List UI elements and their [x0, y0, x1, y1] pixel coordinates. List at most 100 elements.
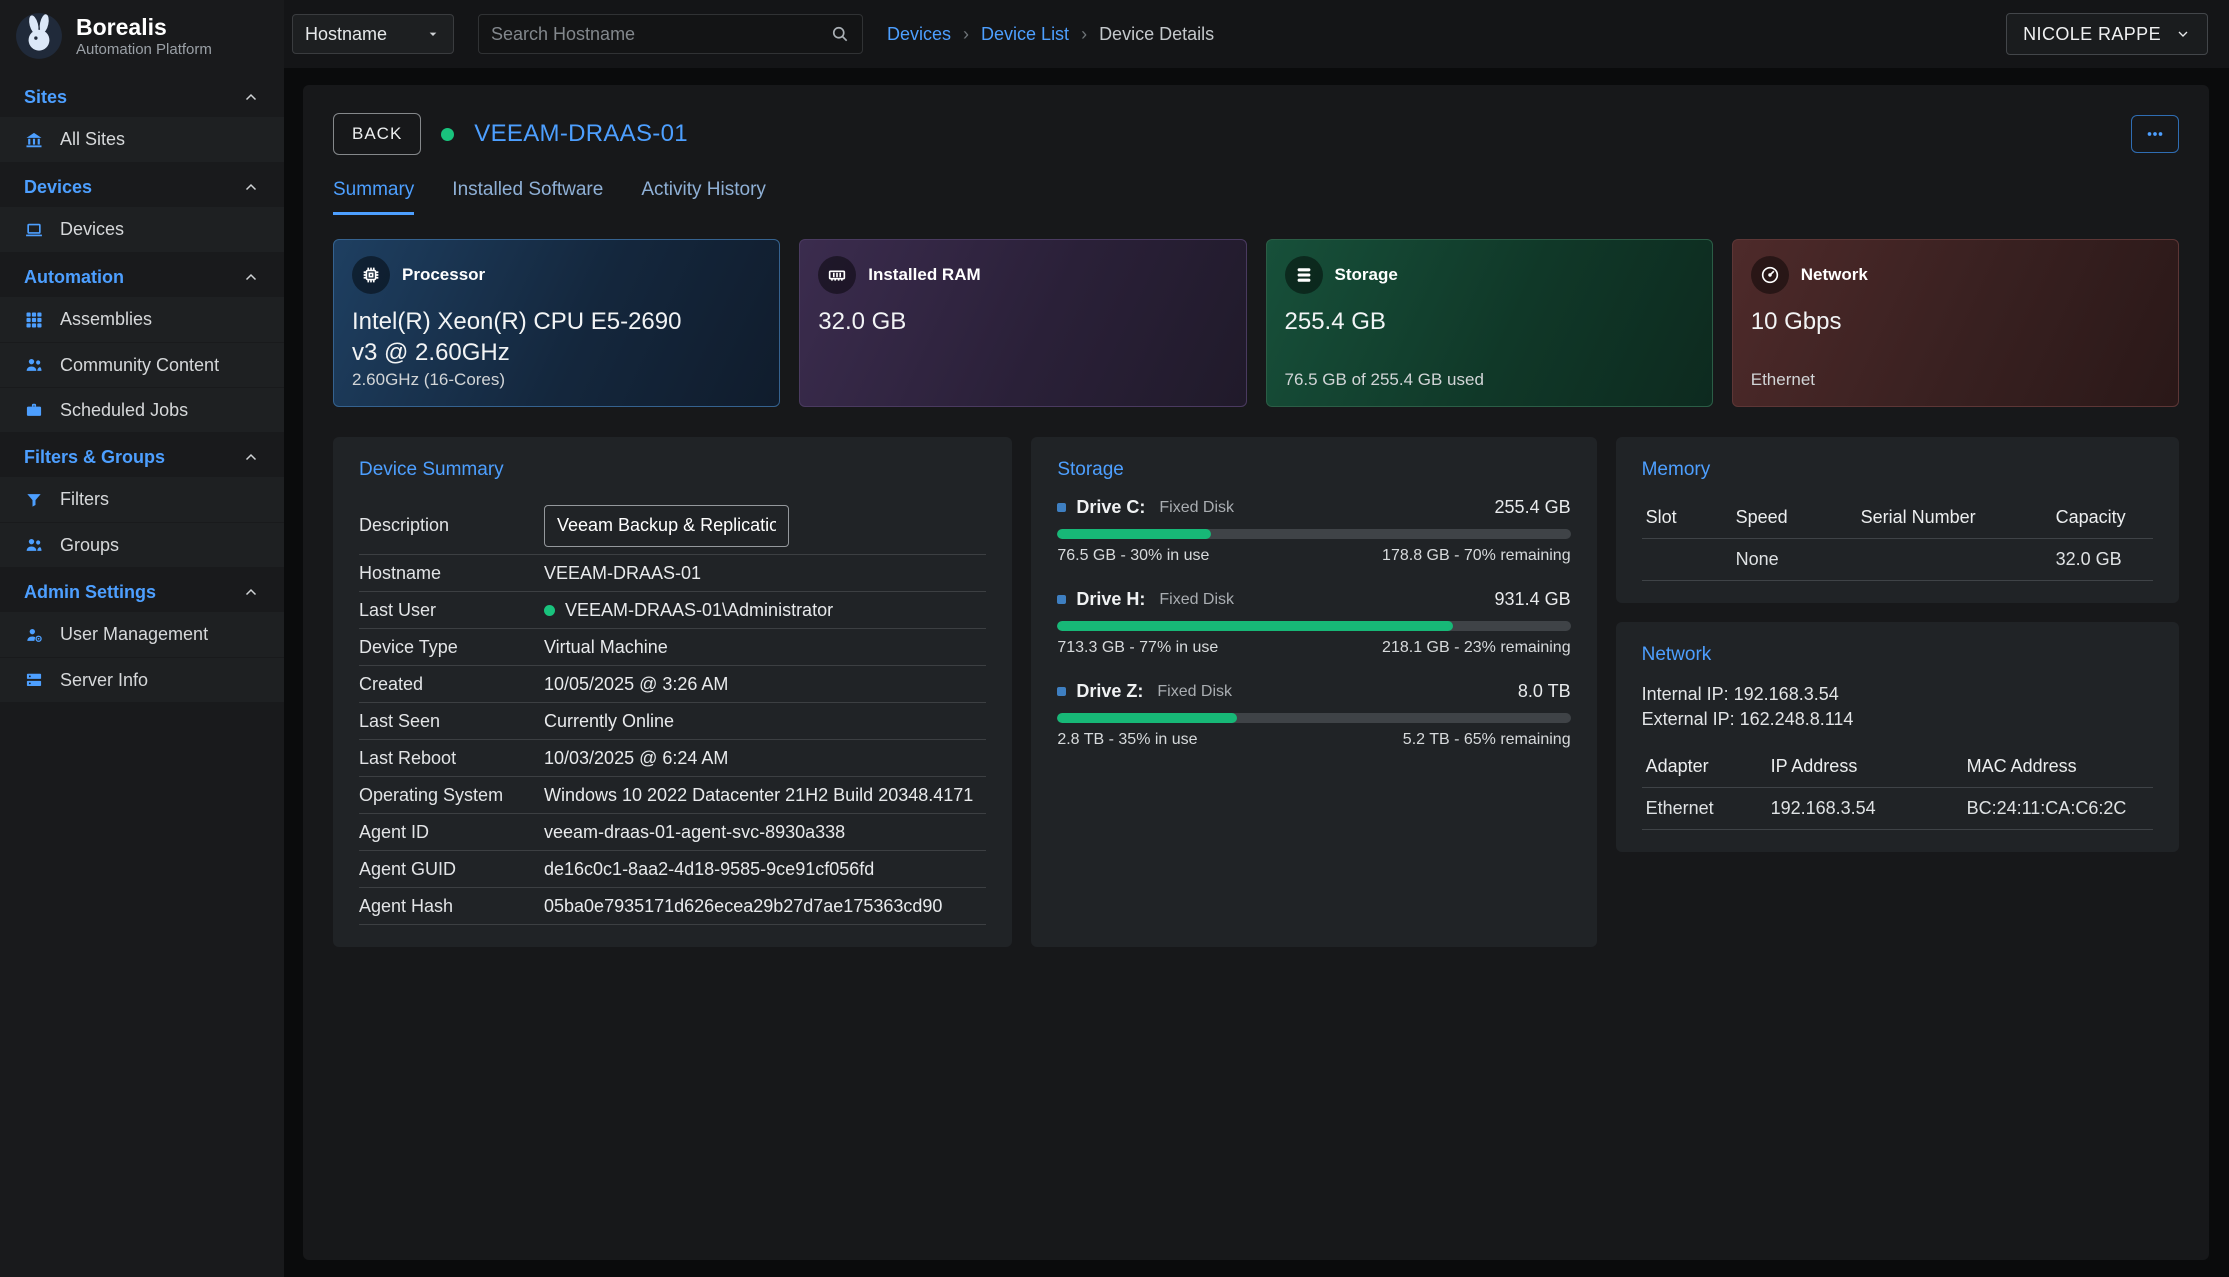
drive-name: Drive H: [1076, 589, 1145, 610]
chevron-up-icon [242, 179, 260, 197]
row-label: Description [359, 515, 544, 536]
user-gear-icon [24, 625, 44, 645]
search-input[interactable] [491, 24, 830, 45]
summary-row-device-type: Device Type Virtual Machine [359, 629, 986, 666]
card-title: Installed RAM [868, 265, 980, 285]
user-menu-button[interactable]: NICOLE RAPPE [2006, 13, 2208, 55]
storage-card: Storage 255.4 GB 76.5 GB of 255.4 GB use… [1266, 239, 1713, 407]
sidebar-item-scheduled-jobs[interactable]: Scheduled Jobs [0, 387, 284, 432]
drive-c-block: Drive C: Fixed Disk 255.4 GB 76.5 GB - 3… [1057, 497, 1570, 565]
detail-grid: Device Summary Description Hostname VEEA… [333, 437, 2179, 947]
sidebar-item-user-management[interactable]: User Management [0, 612, 284, 657]
gauge-icon [1751, 256, 1789, 294]
laptop-icon [24, 220, 44, 240]
sidebar-item-label: Server Info [60, 670, 148, 691]
summary-row-last-reboot: Last Reboot 10/03/2025 @ 6:24 AM [359, 740, 986, 777]
ellipsis-icon [2144, 123, 2166, 145]
brand: Borealis Automation Platform [0, 0, 284, 72]
memory-table-row: None 32.0 GB [1642, 539, 2153, 581]
drive-usage-fill [1057, 529, 1211, 539]
drive-size: 931.4 GB [1495, 589, 1571, 610]
sidebar-item-label: Filters [60, 489, 109, 510]
row-value: 10/05/2025 @ 3:26 AM [544, 674, 728, 695]
chevron-up-icon [242, 449, 260, 467]
tab-activity-history[interactable]: Activity History [641, 179, 766, 215]
row-label: Device Type [359, 637, 544, 658]
cell-mac-address: BC:24:11:CA:C6:2C [1967, 798, 2149, 819]
drive-remaining: 178.8 GB - 70% remaining [1382, 547, 1571, 565]
summary-row-agent-guid: Agent GUID de16c0c1-8aa2-4d18-9585-9ce91… [359, 851, 986, 888]
search-icon[interactable] [830, 24, 850, 44]
topbar: Hostname Devices › Device List › Device … [284, 0, 2229, 68]
row-label: Agent GUID [359, 859, 544, 880]
more-actions-button[interactable] [2131, 115, 2179, 153]
sidebar-item-assemblies[interactable]: Assemblies [0, 297, 284, 342]
sidebar-item-all-sites[interactable]: All Sites [0, 117, 284, 162]
online-status-dot [441, 128, 454, 141]
sidebar-section-devices[interactable]: Devices [0, 166, 284, 207]
drive-usage-fill [1057, 713, 1237, 723]
memory-panel: Memory Slot Speed Serial Number Capacity… [1616, 437, 2179, 603]
sidebar-section-admin-settings[interactable]: Admin Settings [0, 571, 284, 612]
network-card: Network 10 Gbps Ethernet [1732, 239, 2179, 407]
sidebar-item-community-content[interactable]: Community Content [0, 342, 284, 387]
breadcrumb-separator: › [963, 24, 969, 45]
section-label: Automation [24, 267, 124, 288]
description-input[interactable] [544, 505, 789, 547]
tab-installed-software[interactable]: Installed Software [452, 179, 603, 215]
summary-row-agent-id: Agent ID veeam-draas-01-agent-svc-8930a3… [359, 814, 986, 851]
borealis-logo-icon [14, 11, 64, 61]
breadcrumb: Devices › Device List › Device Details [887, 24, 1214, 45]
sidebar-item-server-info[interactable]: Server Info [0, 657, 284, 702]
summary-row-last-user: Last User VEEAM-DRAAS-01\Administrator [359, 592, 986, 629]
drive-remaining: 218.1 GB - 23% remaining [1382, 639, 1571, 657]
sidebar-item-groups[interactable]: Groups [0, 522, 284, 567]
drive-usage-bar [1057, 621, 1570, 631]
sidebar-section-filters-groups[interactable]: Filters & Groups [0, 436, 284, 477]
panel-title: Memory [1642, 459, 2153, 481]
network-table-row: Ethernet 192.168.3.54 BC:24:11:CA:C6:2C [1642, 788, 2153, 830]
breadcrumb-device-list[interactable]: Device List [981, 24, 1069, 45]
sidebar-item-label: Groups [60, 535, 119, 556]
funnel-icon [24, 490, 44, 510]
chevron-up-icon [242, 269, 260, 287]
row-label: Last Seen [359, 711, 544, 732]
search-box[interactable] [478, 14, 863, 54]
people-icon [24, 535, 44, 555]
drive-used: 76.5 GB - 30% in use [1057, 547, 1209, 565]
breadcrumb-devices[interactable]: Devices [887, 24, 951, 45]
row-label: Operating System [359, 785, 544, 806]
row-label: Last Reboot [359, 748, 544, 769]
card-value: 32.0 GB [818, 306, 1154, 337]
back-button[interactable]: BACK [333, 113, 421, 155]
card-footer: Ethernet [1751, 370, 2160, 390]
server-icon [24, 670, 44, 690]
network-panel: Network Internal IP: 192.168.3.54 Extern… [1616, 622, 2179, 852]
summary-row-hostname: Hostname VEEAM-DRAAS-01 [359, 555, 986, 592]
sidebar: Borealis Automation Platform Sites All S… [0, 0, 284, 1277]
tab-summary[interactable]: Summary [333, 179, 414, 215]
right-column: Memory Slot Speed Serial Number Capacity… [1616, 437, 2179, 852]
sidebar-item-filters[interactable]: Filters [0, 477, 284, 522]
row-value: Virtual Machine [544, 637, 668, 658]
page-header: BACK VEEAM-DRAAS-01 [333, 113, 2179, 155]
device-name-title: VEEAM-DRAAS-01 [474, 120, 688, 148]
sidebar-section-automation[interactable]: Automation [0, 256, 284, 297]
sidebar-item-devices[interactable]: Devices [0, 207, 284, 252]
network-table-header: Adapter IP Address MAC Address [1642, 746, 2153, 788]
drive-used: 2.8 TB - 35% in use [1057, 731, 1197, 749]
sidebar-item-label: Community Content [60, 355, 219, 376]
drive-size: 255.4 GB [1495, 497, 1571, 518]
drive-z-block: Drive Z: Fixed Disk 8.0 TB 2.8 TB - 35% … [1057, 681, 1570, 749]
drive-usage-fill [1057, 621, 1452, 631]
drive-usage-bar [1057, 713, 1570, 723]
sidebar-section-sites[interactable]: Sites [0, 76, 284, 117]
hostname-filter-dropdown[interactable]: Hostname [292, 14, 454, 54]
drive-usage-bar [1057, 529, 1570, 539]
summary-row-last-seen: Last Seen Currently Online [359, 703, 986, 740]
cell-ip-address: 192.168.3.54 [1771, 798, 1967, 819]
section-label: Filters & Groups [24, 447, 165, 468]
device-details-panel: BACK VEEAM-DRAAS-01 Summary Installed So… [303, 85, 2209, 1260]
dropdown-selected-value: Hostname [305, 24, 387, 45]
row-label: Agent Hash [359, 896, 544, 917]
